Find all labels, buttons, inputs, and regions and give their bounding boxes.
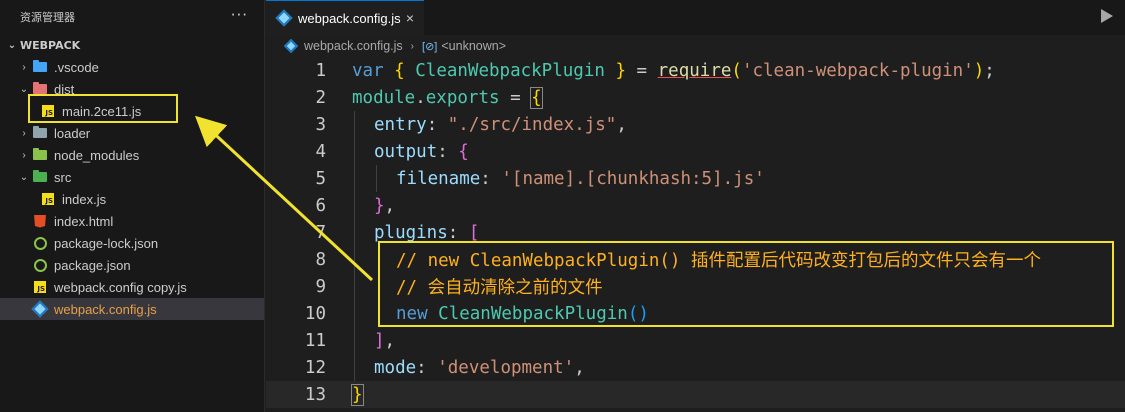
tab-bar: webpack.config.js × (266, 0, 1125, 35)
tree-item-label: package-lock.json (54, 235, 159, 251)
folder-node-icon (32, 147, 48, 163)
tree-item-node-modules[interactable]: › node_modules (0, 144, 264, 166)
tree-item-webpack-config[interactable]: webpack.config.js (0, 298, 264, 320)
code-line-11: 11 ], (266, 327, 1125, 354)
line-number: 2 (315, 87, 326, 108)
folder-vscode-icon (32, 59, 48, 75)
chevron-down-icon: ⌄ (7, 39, 17, 51)
more-actions-icon[interactable]: ··· (231, 6, 248, 24)
chevron-down-icon: ⌄ (19, 83, 29, 95)
code-line-5: 5 filename: '[name].[chunkhash:5].js' (266, 165, 1125, 192)
line-number: 4 (315, 141, 326, 162)
tree-item-vscode[interactable]: › .vscode (0, 56, 264, 78)
code-text: ], (374, 330, 396, 351)
chevron-right-icon: › (22, 149, 26, 161)
breadcrumb: webpack.config.js › [⊘] <unknown> (266, 35, 1125, 57)
webpack-icon (283, 38, 299, 54)
tree-item-index-js[interactable]: JS index.js (0, 188, 264, 210)
run-icon[interactable] (1101, 9, 1113, 23)
line-number: 12 (304, 357, 326, 378)
breadcrumb-file[interactable]: webpack.config.js (304, 39, 403, 53)
code-text: }, (374, 195, 396, 216)
js-file-icon: JS (32, 279, 48, 295)
webpack-icon (275, 9, 293, 27)
editor-area: webpack.config.js × webpack.config.js › … (266, 0, 1125, 412)
tree-item-src[interactable]: ⌄ src (0, 166, 264, 188)
json-file-icon (32, 257, 48, 273)
code-text: mode: 'development', (374, 357, 585, 378)
folder-icon (32, 125, 48, 141)
line-number: 5 (315, 168, 326, 189)
tree-item-loader[interactable]: › loader (0, 122, 264, 144)
webpack-icon (31, 300, 49, 318)
close-icon[interactable]: × (406, 10, 414, 26)
code-line-3: 3 entry: "./src/index.js", (266, 111, 1125, 138)
tree-item-package-json[interactable]: package.json (0, 254, 264, 276)
line-number: 7 (315, 222, 326, 243)
explorer-title: 资源管理器 (20, 11, 75, 24)
line-number: 6 (315, 195, 326, 216)
tree-item-index-html[interactable]: index.html (0, 210, 264, 232)
folder-src-icon (32, 169, 48, 185)
tree-item-webpack-config-copy[interactable]: JS webpack.config copy.js (0, 276, 264, 298)
highlight-box-dist-file (28, 94, 178, 123)
code-line-12: 12 mode: 'development', (266, 354, 1125, 381)
chevron-right-icon: › (22, 127, 26, 139)
workspace-section-header[interactable]: ⌄ WEBPACK (0, 34, 264, 56)
code-text: var { CleanWebpackPlugin } = require('cl… (352, 60, 995, 81)
code-text: module.exports = { (352, 86, 543, 109)
line-number: 1 (315, 60, 326, 81)
line-number: 13 (304, 384, 326, 405)
tree-item-label: index.js (62, 191, 107, 207)
tab-webpack-config[interactable]: webpack.config.js × (266, 0, 424, 35)
symbol-icon: [⊘] (422, 40, 438, 53)
line-number: 10 (304, 303, 326, 324)
tree-item-label: index.html (54, 213, 114, 229)
explorer-sidebar: 资源管理器 ··· ⌄ WEBPACK › .vscode ⌄ dist JS … (0, 0, 265, 412)
code-line-4: 4 output: { (266, 138, 1125, 165)
tree-item-label: package.json (54, 257, 131, 273)
code-text: entry: "./src/index.js", (374, 114, 627, 135)
line-number: 9 (315, 276, 326, 297)
code-line-1: 1 var { CleanWebpackPlugin } = require('… (266, 57, 1125, 84)
chevron-right-icon: › (410, 40, 415, 52)
line-number: 8 (315, 249, 326, 270)
tab-label: webpack.config.js (298, 10, 401, 26)
workspace-name: WEBPACK (20, 38, 81, 52)
tree-item-label: loader (54, 125, 91, 141)
breadcrumb-symbol[interactable]: <unknown> (441, 39, 506, 53)
code-line-13: 13 } (266, 381, 1125, 408)
tree-item-label: src (54, 169, 72, 185)
code-line-6: 6 }, (266, 192, 1125, 219)
js-file-icon: JS (40, 191, 56, 207)
code-text: output: { (374, 141, 469, 162)
line-number: 11 (304, 330, 326, 351)
tree-item-package-lock[interactable]: package-lock.json (0, 232, 264, 254)
tree-item-label: .vscode (54, 59, 99, 75)
chevron-right-icon: › (22, 61, 26, 73)
highlight-box-plugin-comment (378, 241, 1114, 327)
code-line-2: 2 module.exports = { (266, 84, 1125, 111)
tree-item-label: webpack.config copy.js (54, 279, 187, 295)
html-file-icon (32, 213, 48, 229)
json-file-icon (32, 235, 48, 251)
code-editor[interactable]: 1 var { CleanWebpackPlugin } = require('… (266, 57, 1125, 408)
tree-item-label: webpack.config.js (54, 301, 157, 317)
code-text: plugins: [ (374, 222, 480, 243)
code-text: } (351, 383, 364, 406)
code-text: filename: '[name].[chunkhash:5].js' (396, 168, 765, 189)
tree-item-label: node_modules (54, 147, 140, 163)
chevron-down-icon: ⌄ (19, 171, 29, 183)
line-number: 3 (315, 114, 326, 135)
